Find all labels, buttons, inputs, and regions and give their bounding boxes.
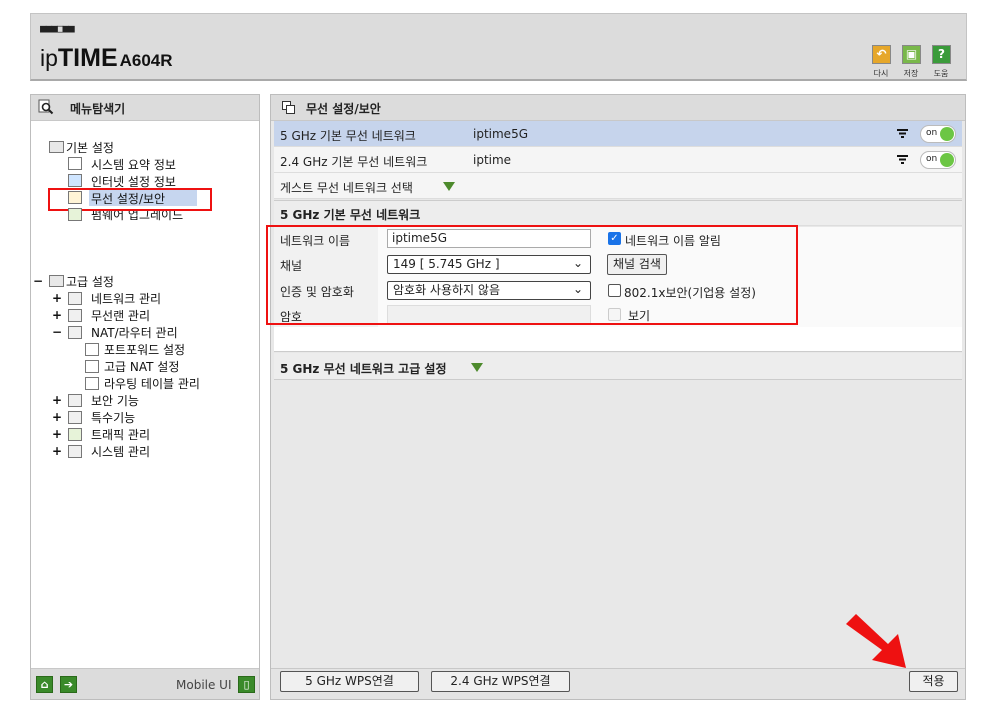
apply-button[interactable]: 적용 xyxy=(909,671,958,692)
monitor-icon xyxy=(68,174,82,187)
toggle-switch-5g[interactable]: on xyxy=(920,125,956,143)
brand-logo: ipTIME A604R xyxy=(40,44,173,72)
help-icon[interactable]: ? xyxy=(932,45,951,64)
red-arrow-icon xyxy=(846,614,906,668)
page-icon xyxy=(85,360,99,373)
menu-explorer-title: 메뉴탐색기 xyxy=(70,102,126,116)
highlight-box-form xyxy=(266,225,798,325)
chart-icon xyxy=(68,157,82,170)
save-icon[interactable]: ▣ xyxy=(902,45,921,64)
toggle-switch-24g[interactable]: on xyxy=(920,151,956,169)
expand-toggle[interactable]: + xyxy=(52,444,62,458)
special-icon xyxy=(68,411,82,424)
wps-5g-button[interactable]: 5 GHz WPS연결 xyxy=(280,671,419,692)
undo-icon[interactable]: ↶ xyxy=(872,45,891,64)
blank-row xyxy=(274,327,962,352)
menu-item-system[interactable]: 시스템 관리 xyxy=(91,443,150,460)
network-name-24g: 2.4 GHz 기본 무선 네트워크 xyxy=(280,155,428,169)
expand-toggle[interactable]: + xyxy=(52,427,62,441)
menu-item-advanced-nat[interactable]: 고급 NAT 설정 xyxy=(104,358,179,375)
menu-explorer-header xyxy=(31,95,259,121)
advanced-settings-label[interactable]: 5 GHz 무선 네트워크 고급 설정 xyxy=(280,360,447,377)
collapse-toggle[interactable]: − xyxy=(52,325,62,339)
traffic-icon xyxy=(68,428,82,441)
menu-item-nat[interactable]: NAT/라우터 관리 xyxy=(91,324,178,341)
undo-label: 다시 xyxy=(873,69,889,78)
mobile-ui-link[interactable]: Mobile UI xyxy=(176,678,232,692)
search-icon xyxy=(38,99,54,115)
page-icon xyxy=(85,377,99,390)
triangle-down-icon[interactable] xyxy=(443,182,455,191)
triangle-down-icon[interactable] xyxy=(471,363,483,372)
network-ssid-24g: iptime xyxy=(473,153,512,167)
expand-toggle[interactable]: + xyxy=(52,393,62,407)
menu-item-traffic[interactable]: 트래픽 관리 xyxy=(91,426,150,443)
filter-icon[interactable] xyxy=(897,155,908,164)
lock-icon xyxy=(68,394,82,407)
menu-item-security[interactable]: 보안 기능 xyxy=(91,392,139,409)
section-title: 5 GHz 기본 무선 네트워크 xyxy=(280,208,421,222)
menu-item-system-summary[interactable]: 시스템 요약 정보 xyxy=(91,156,176,173)
menu-item-network[interactable]: 네트워크 관리 xyxy=(91,290,161,307)
tree-group-basic[interactable]: 기본 설정 xyxy=(66,139,114,156)
wifi-icon xyxy=(68,309,82,322)
upgrade-icon xyxy=(68,208,82,221)
page-icon xyxy=(85,343,99,356)
router-icon xyxy=(68,326,82,339)
network-name-5g: 5 GHz 기본 무선 네트워크 xyxy=(280,129,416,143)
system-icon xyxy=(68,445,82,458)
network-ssid-5g: iptime5G xyxy=(473,127,528,141)
expand-toggle[interactable]: + xyxy=(52,308,62,322)
filter-icon[interactable] xyxy=(897,129,908,138)
menu-item-special[interactable]: 특수기능 xyxy=(91,409,135,426)
guest-network-label[interactable]: 게스트 무선 네트워크 선택 xyxy=(280,179,413,196)
logo-dots: ■■■□■■ xyxy=(40,22,75,35)
expand-toggle[interactable]: + xyxy=(52,410,62,424)
logout-icon[interactable]: ➔ xyxy=(60,676,77,693)
tree-group-advanced[interactable]: 고급 설정 xyxy=(66,273,114,290)
help-label: 도움 xyxy=(933,69,949,78)
wps-24g-button[interactable]: 2.4 GHz WPS연결 xyxy=(431,671,570,692)
save-label: 저장 xyxy=(903,69,919,78)
mobile-icon[interactable]: ▯ xyxy=(238,676,255,693)
network-icon xyxy=(68,292,82,305)
menu-item-portforward[interactable]: 포트포워드 설정 xyxy=(104,341,185,358)
window-icon xyxy=(282,101,295,114)
folder-open-icon xyxy=(49,275,64,287)
menu-item-wlan[interactable]: 무선랜 관리 xyxy=(91,307,150,324)
menu-item-routing[interactable]: 라우팅 테이블 관리 xyxy=(104,375,200,392)
home-icon[interactable]: ⌂ xyxy=(36,676,53,693)
collapse-toggle[interactable]: − xyxy=(33,274,43,288)
expand-toggle[interactable]: + xyxy=(52,291,62,305)
page-title: 무선 설정/보안 xyxy=(306,102,381,116)
folder-open-icon xyxy=(49,141,64,153)
